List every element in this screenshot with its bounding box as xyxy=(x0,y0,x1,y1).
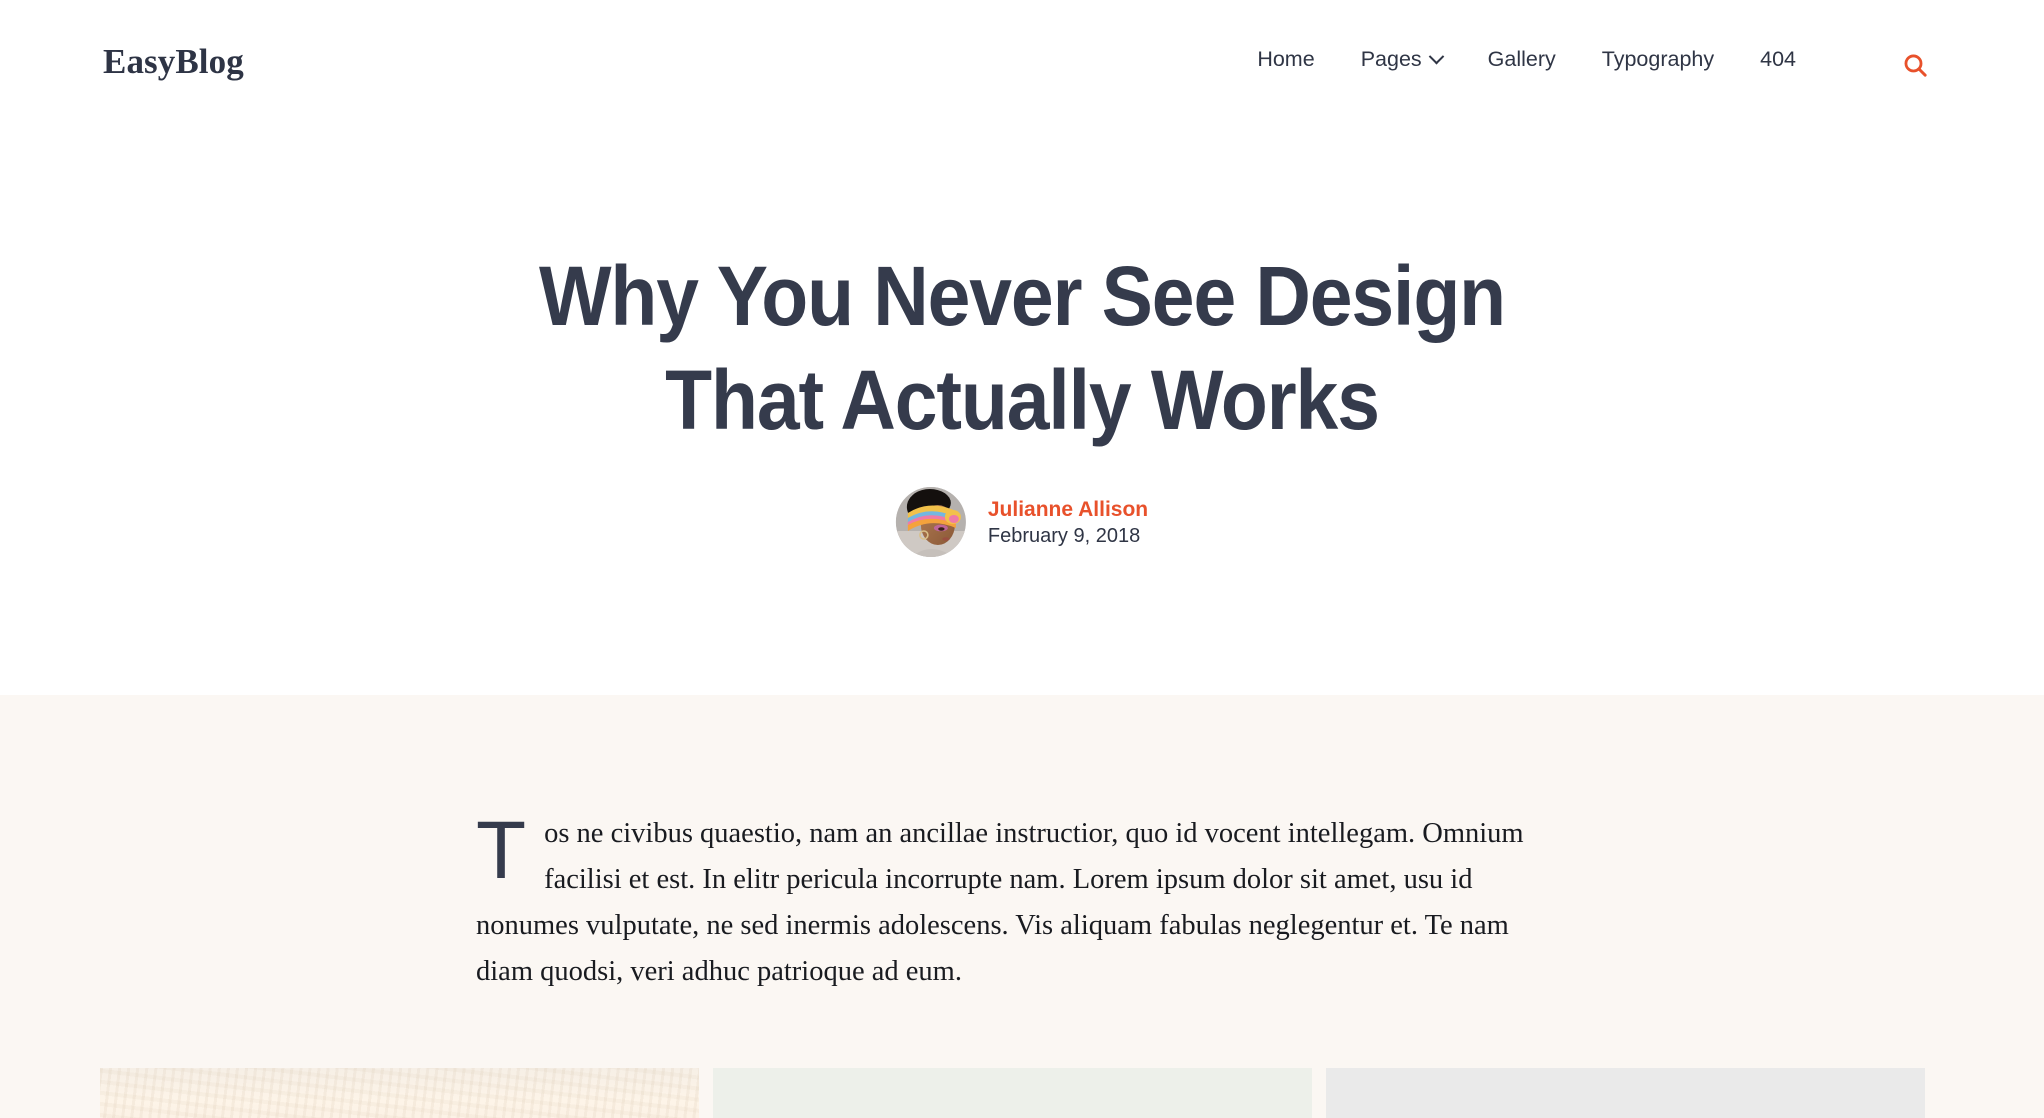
avatar-image xyxy=(895,487,966,557)
avatar xyxy=(895,487,966,557)
nav-label-pages: Pages xyxy=(1360,47,1422,71)
nav-item-404[interactable]: 404 xyxy=(1737,47,1819,71)
drop-cap: T xyxy=(476,805,527,896)
search-icon xyxy=(1904,54,1927,77)
article-paragraph: os ne civibus quaestio, nam an ancillae … xyxy=(476,818,1524,987)
nav-label-gallery: Gallery xyxy=(1487,47,1556,71)
nav-item-gallery[interactable]: Gallery xyxy=(1465,47,1579,71)
gallery-card-1[interactable] xyxy=(100,1068,699,1118)
page-title-line-1: Why You Never See Design xyxy=(538,249,1506,343)
nav-item-pages[interactable]: Pages xyxy=(1338,47,1465,71)
page-title-line-2: That Actually Works xyxy=(665,353,1380,447)
gallery-strip xyxy=(100,1068,1925,1118)
gallery-card-2[interactable] xyxy=(713,1068,1312,1118)
site-header: EasyBlog Home Pages Gallery Typography 4… xyxy=(0,0,2044,140)
nav-label-typography: Typography xyxy=(1601,47,1715,71)
nav-item-home[interactable]: Home xyxy=(1257,47,1337,71)
byline-text: Julianne Allison February 9, 2018 xyxy=(988,499,1148,546)
page-root: EasyBlog Home Pages Gallery Typography 4… xyxy=(0,0,2044,1118)
nav-item-typography[interactable]: Typography xyxy=(1579,47,1737,71)
article-body: Tos ne civibus quaestio, nam an ancillae… xyxy=(476,805,1548,995)
main-navigation: Home Pages Gallery Typography 404 xyxy=(1257,47,1819,71)
post-date: February 9, 2018 xyxy=(987,524,1141,547)
page-title: Why You Never See Design That Actually W… xyxy=(322,254,1722,442)
byline: Julianne Allison February 9, 2018 xyxy=(895,487,1148,557)
nav-label-404: 404 xyxy=(1760,47,1796,71)
search-button[interactable] xyxy=(1894,44,1936,86)
author-name[interactable]: Julianne Allison xyxy=(988,499,1148,520)
nav-label-home: Home xyxy=(1257,47,1315,71)
site-logo[interactable]: EasyBlog xyxy=(103,44,244,79)
gallery-card-3[interactable] xyxy=(1326,1068,1925,1118)
chevron-down-icon xyxy=(1428,49,1444,65)
